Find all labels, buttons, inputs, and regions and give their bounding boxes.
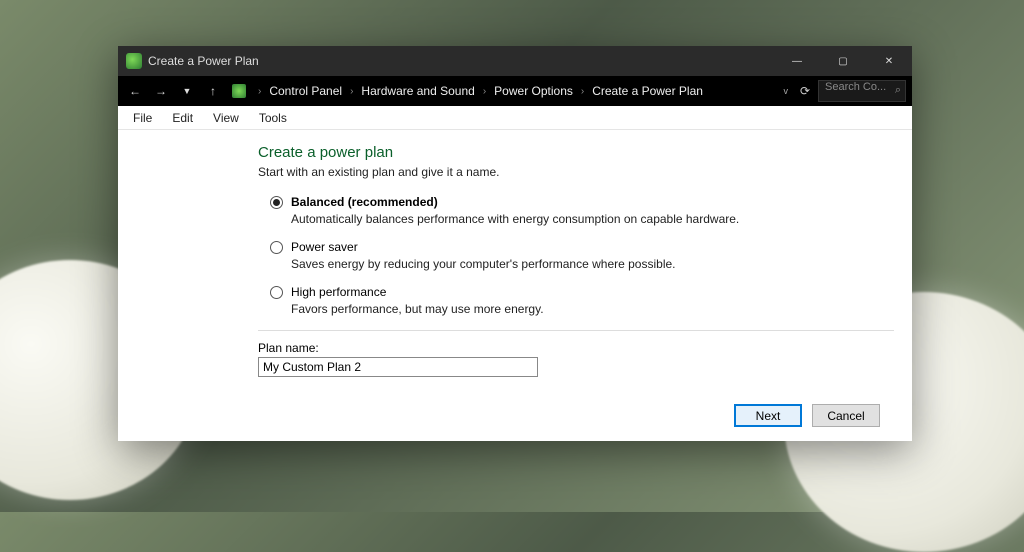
page-heading: Create a power plan [258,144,894,161]
crumb-control-panel[interactable]: Control Panel [265,82,346,100]
next-button[interactable]: Next [734,404,802,427]
menu-file[interactable]: File [124,109,161,127]
window: Create a Power Plan — ▢ ✕ ← → ▼ ↑ › Cont… [118,46,912,441]
footer: Next Cancel [118,396,912,441]
crumb-power-options[interactable]: Power Options [490,82,577,100]
page-subtitle: Start with an existing plan and give it … [258,165,894,179]
plan-name-input[interactable] [258,357,538,377]
divider [258,330,894,331]
content: Create a power plan Start with an existi… [118,130,912,396]
menu-tools[interactable]: Tools [250,109,296,127]
option-power-saver: Power saver Saves energy by reducing you… [270,240,894,271]
option-high-performance: High performance Favors performance, but… [270,285,894,316]
option-label[interactable]: High performance [291,285,386,299]
chevron-right-icon: › [258,86,261,97]
navbar: ← → ▼ ↑ › Control Panel › Hardware and S… [118,76,912,106]
search-placeholder: Search Co... [825,81,886,93]
option-balanced: Balanced (recommended) Automatically bal… [270,195,894,226]
option-label[interactable]: Power saver [291,240,358,254]
breadcrumb: › Control Panel › Hardware and Sound › P… [258,82,776,100]
menubar: File Edit View Tools [118,106,912,130]
option-description: Automatically balances performance with … [291,212,894,226]
option-label[interactable]: Balanced (recommended) [291,195,438,209]
back-button[interactable]: ← [124,80,146,102]
window-title: Create a Power Plan [148,54,774,68]
radio-high-performance[interactable] [270,286,283,299]
titlebar[interactable]: Create a Power Plan — ▢ ✕ [118,46,912,76]
crumb-hardware-sound[interactable]: Hardware and Sound [357,82,478,100]
maximize-button[interactable]: ▢ [820,46,866,76]
app-icon [126,53,142,69]
up-button[interactable]: ↑ [202,80,224,102]
minimize-button[interactable]: — [774,46,820,76]
window-controls: — ▢ ✕ [774,46,912,76]
address-dropdown[interactable]: v [780,86,793,96]
cancel-button[interactable]: Cancel [812,404,880,427]
forward-button[interactable]: → [150,80,172,102]
option-description: Favors performance, but may use more ene… [291,302,894,316]
option-description: Saves energy by reducing your computer's… [291,257,894,271]
chevron-right-icon: › [350,86,353,97]
menu-view[interactable]: View [204,109,248,127]
menu-edit[interactable]: Edit [163,109,202,127]
chevron-right-icon: › [581,86,584,97]
crumb-create-plan[interactable]: Create a Power Plan [588,82,707,100]
close-button[interactable]: ✕ [866,46,912,76]
radio-balanced[interactable] [270,196,283,209]
history-dropdown[interactable]: ▼ [176,80,198,102]
search-icon: ⌕ [895,84,901,97]
refresh-button[interactable]: ⟳ [796,84,814,98]
chevron-right-icon: › [483,86,486,97]
location-icon [228,80,250,102]
radio-power-saver[interactable] [270,241,283,254]
search-input[interactable]: Search Co... ⌕ [818,80,906,102]
plan-name-label: Plan name: [258,341,894,355]
